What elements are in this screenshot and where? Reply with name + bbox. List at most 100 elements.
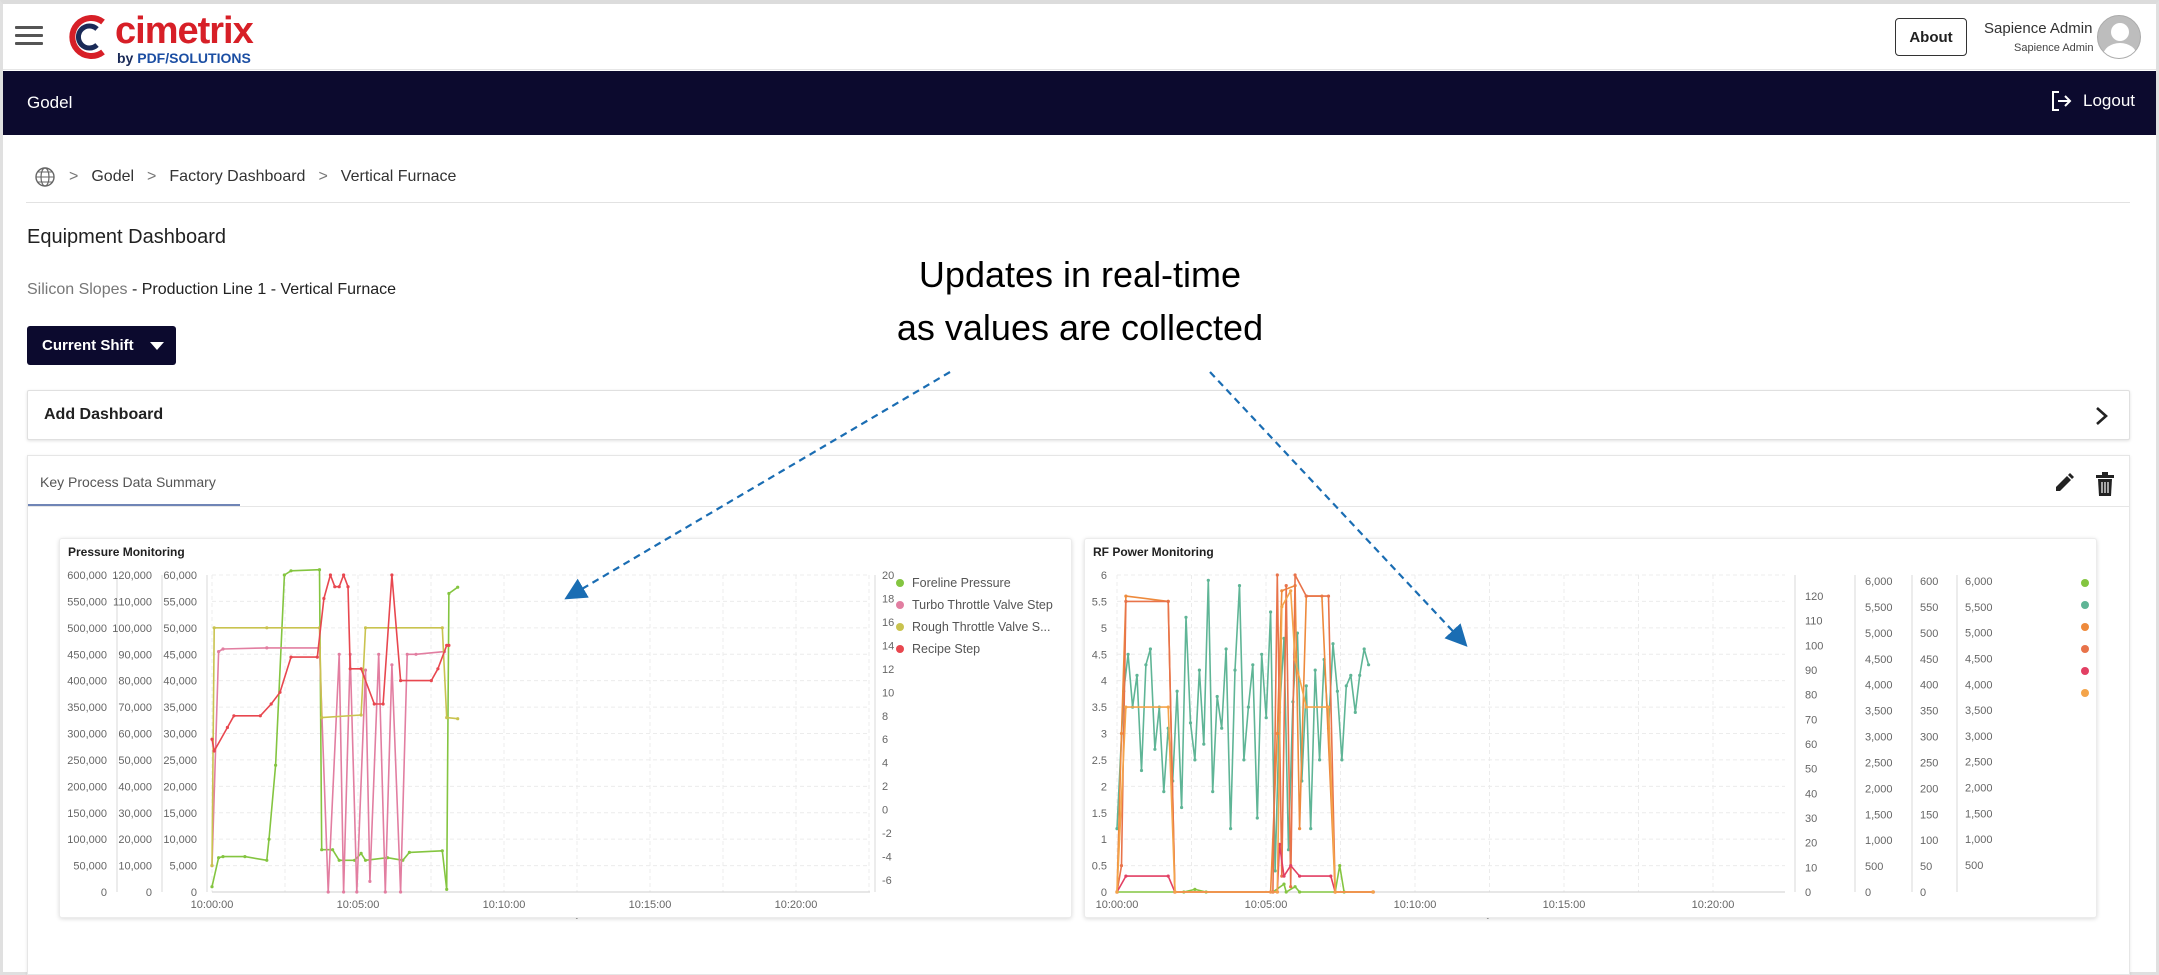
y-tick-label: 8 bbox=[882, 711, 888, 723]
user-avatar-icon[interactable] bbox=[2097, 15, 2141, 59]
y-tick-label: 5,000 bbox=[1865, 628, 1893, 640]
about-button[interactable]: About bbox=[1895, 18, 1967, 56]
data-point bbox=[210, 864, 214, 868]
logout-button[interactable]: Logout bbox=[2049, 89, 2135, 113]
y-tick-label: 90 bbox=[1805, 665, 1817, 677]
x-axis-label: per 10 seconds bbox=[494, 917, 585, 919]
y-tick-label: 500 bbox=[1920, 628, 1938, 640]
data-point bbox=[440, 849, 444, 853]
y-tick-label: 450,000 bbox=[67, 649, 107, 661]
y-tick-label: 5,000 bbox=[169, 861, 197, 873]
y-tick-label: 6,000 bbox=[1965, 576, 1993, 588]
y-tick-label: 0 bbox=[101, 887, 107, 899]
tab-key-process-data-summary[interactable]: Key Process Data Summary bbox=[28, 456, 240, 506]
data-point bbox=[210, 885, 214, 889]
data-point bbox=[315, 655, 319, 659]
data-point bbox=[359, 667, 363, 671]
y-tick-label: 40 bbox=[1805, 788, 1817, 800]
tab-label: Key Process Data Summary bbox=[40, 474, 216, 490]
current-shift-dropdown[interactable]: Current Shift bbox=[27, 326, 176, 365]
y-tick-label: 60 bbox=[1805, 739, 1817, 751]
y-tick-label: 15,000 bbox=[163, 808, 197, 820]
y-tick-label: 20,000 bbox=[118, 834, 152, 846]
y-tick-label: 4.5 bbox=[1092, 649, 1107, 661]
data-point bbox=[1298, 827, 1302, 831]
logo-by: by bbox=[117, 50, 134, 66]
data-point bbox=[1284, 584, 1288, 588]
data-point bbox=[383, 890, 387, 894]
data-point bbox=[221, 647, 225, 651]
data-point bbox=[1293, 657, 1297, 662]
data-point bbox=[359, 851, 363, 855]
y-tick-label: 3,500 bbox=[1965, 705, 1993, 717]
data-point bbox=[359, 713, 363, 717]
y-tick-label: 100,000 bbox=[67, 834, 107, 846]
data-point bbox=[363, 668, 368, 672]
data-point bbox=[1124, 594, 1128, 598]
data-point bbox=[269, 702, 273, 706]
legend-label: RF Bias Reflected Po... bbox=[2097, 576, 2098, 590]
y-tick-label: 10,000 bbox=[163, 834, 197, 846]
location-path: - Production Line 1 - Vertical Furnace bbox=[127, 281, 397, 298]
add-dashboard-label: Add Dashboard bbox=[44, 406, 164, 423]
y-tick-label: 300 bbox=[1920, 732, 1938, 744]
y-tick-label: 100,000 bbox=[112, 623, 152, 635]
data-point bbox=[328, 573, 332, 577]
trash-icon[interactable] bbox=[2094, 471, 2116, 497]
y-tick-label: 70,000 bbox=[118, 702, 152, 714]
breadcrumb-item-factory-dashboard[interactable]: Factory Dashboard bbox=[169, 168, 305, 186]
data-point bbox=[1264, 716, 1268, 720]
add-dashboard-row[interactable]: Add Dashboard bbox=[27, 390, 2130, 440]
y-tick-label: 20,000 bbox=[163, 781, 197, 793]
breadcrumb-separator: > bbox=[318, 168, 328, 185]
data-point bbox=[390, 663, 394, 667]
data-point bbox=[1139, 768, 1144, 773]
data-point bbox=[265, 626, 269, 630]
data-point bbox=[212, 749, 216, 753]
pencil-icon[interactable] bbox=[2053, 472, 2075, 494]
data-point bbox=[1326, 594, 1331, 598]
globe-icon[interactable] bbox=[34, 166, 56, 188]
data-point bbox=[1162, 790, 1166, 794]
y-tick-label: 80 bbox=[1805, 690, 1817, 702]
y-tick-label: 2 bbox=[882, 781, 888, 793]
series-line bbox=[211, 568, 459, 891]
breadcrumb-item-vertical-furnace[interactable]: Vertical Furnace bbox=[341, 168, 457, 186]
y-tick-label: 1,500 bbox=[1965, 808, 1993, 820]
y-tick-label: 2,000 bbox=[1865, 783, 1893, 795]
y-tick-label: 4,000 bbox=[1865, 680, 1893, 692]
pressure-chart-svg: 10:00:00 10:05:00 10:10:00 10:15:00 10:20:00… bbox=[67, 568, 1053, 919]
y-tick-label: 1,500 bbox=[1865, 809, 1893, 821]
data-point bbox=[1144, 663, 1148, 667]
breadcrumb-item-godel[interactable]: Godel bbox=[91, 168, 134, 186]
cimetrix-logo[interactable]: cimetrix by PDF/SOLUTIONS bbox=[63, 10, 283, 66]
breadcrumb-separator: > bbox=[147, 168, 157, 185]
data-point bbox=[381, 702, 385, 706]
y-tick-label: 150,000 bbox=[67, 808, 107, 820]
top-app-bar: cimetrix by PDF/SOLUTIONS About Sapience… bbox=[3, 4, 2156, 70]
y-tick-label: 25,000 bbox=[163, 755, 197, 767]
series-line bbox=[211, 647, 445, 893]
data-point bbox=[1237, 584, 1242, 588]
y-tick-label: 35,000 bbox=[163, 702, 197, 714]
hamburger-menu-icon[interactable] bbox=[15, 26, 43, 50]
y-tick-label: 3,000 bbox=[1965, 731, 1993, 743]
data-point bbox=[1126, 652, 1130, 656]
data-point bbox=[1340, 758, 1344, 762]
data-point bbox=[1173, 890, 1177, 894]
legend-label: RF Side Reflected Po... bbox=[2097, 620, 2098, 634]
data-point bbox=[289, 655, 293, 659]
y-tick-label: 500 bbox=[1865, 861, 1883, 873]
x-tick-label: 10:05:00 bbox=[1245, 899, 1288, 911]
y-tick-label: 0 bbox=[1920, 887, 1926, 899]
legend-marker bbox=[2081, 579, 2089, 587]
data-point bbox=[1282, 874, 1286, 878]
data-point bbox=[1220, 726, 1224, 730]
y-tick-label: 45,000 bbox=[163, 649, 197, 661]
y-tick-label: 250,000 bbox=[67, 755, 107, 767]
y-tick-label: 30,000 bbox=[163, 729, 197, 741]
data-point bbox=[1180, 805, 1184, 810]
data-point bbox=[368, 879, 372, 883]
data-point bbox=[1242, 758, 1246, 762]
tab-divider bbox=[28, 506, 2129, 507]
